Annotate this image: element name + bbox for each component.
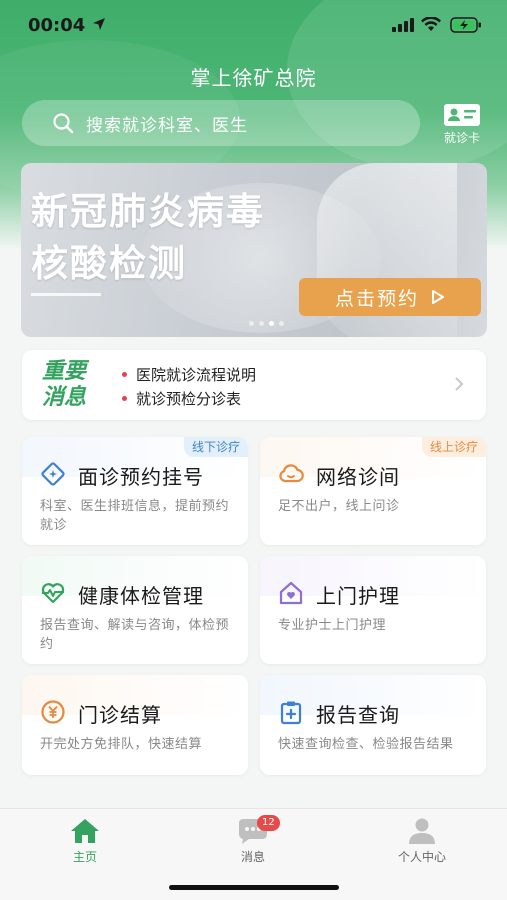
carousel-dot xyxy=(279,321,284,326)
notice-item-text: 医院就诊流程说明 xyxy=(136,366,257,384)
service-card-outpatient-payment[interactable]: 门诊结算 开完处方免排队，快速结算 xyxy=(22,675,248,775)
cloud-icon xyxy=(279,464,304,483)
clipboard-icon xyxy=(280,701,302,725)
service-description: 开完处方免排队，快速结算 xyxy=(40,737,203,752)
service-card-home-nursing[interactable]: 上门护理 专业护士上门护理 xyxy=(260,556,486,664)
app-title: 掌上徐矿总院 xyxy=(190,66,317,90)
wifi-icon xyxy=(421,17,441,31)
banner-headline-line2: 核酸检测 xyxy=(31,242,187,285)
search-bar[interactable]: 搜索就诊科室、医生 xyxy=(22,100,420,146)
id-card-icon xyxy=(444,104,480,126)
tab-messages[interactable]: 12 消息 xyxy=(203,815,303,865)
notice-item[interactable]: 医院就诊流程说明 xyxy=(122,364,256,385)
notice-item[interactable]: 就诊预检分诊表 xyxy=(122,388,241,409)
service-title: 网络诊间 xyxy=(316,465,400,489)
tab-label: 个人中心 xyxy=(397,850,446,864)
promo-banner[interactable]: 新冠肺炎病毒 核酸检测 点击预约 xyxy=(21,163,487,337)
location-arrow-icon xyxy=(93,18,105,30)
banner-divider xyxy=(31,293,101,296)
service-title: 报告查询 xyxy=(316,703,400,727)
service-card-appointment[interactable]: 线下诊疗 面诊预约挂号 科室、医生排班信息，提前预约就诊 xyxy=(22,437,248,545)
service-title: 面诊预约挂号 xyxy=(78,465,204,489)
status-time: 00:04 xyxy=(28,15,86,36)
tab-profile[interactable]: 个人中心 xyxy=(372,817,472,865)
online-tag: 线上诊疗 xyxy=(421,437,486,457)
bullet-dot xyxy=(122,396,127,401)
carousel-dot xyxy=(259,321,264,326)
carousel-dot-active xyxy=(269,321,274,326)
heart-pulse-icon xyxy=(41,583,65,604)
service-title: 健康体检管理 xyxy=(78,584,204,608)
home-heart-icon xyxy=(279,581,303,605)
notice-item-text: 就诊预检分诊表 xyxy=(136,390,242,408)
service-card-health-checkup[interactable]: 健康体检管理 报告查询、解读与咨询，体检预约 xyxy=(22,556,248,664)
service-description: 专业护士上门护理 xyxy=(278,618,387,633)
visit-card-label: 就诊卡 xyxy=(443,131,480,145)
service-description: 报告查询、解读与咨询，体检预约 xyxy=(40,618,230,652)
carousel-indicator xyxy=(249,321,284,326)
service-title: 门诊结算 xyxy=(78,703,162,727)
service-card-report-query[interactable]: 报告查询 快速查询检查、检验报告结果 xyxy=(260,675,486,775)
bullet-dot xyxy=(122,372,127,377)
unread-badge: 12 xyxy=(257,815,280,831)
tab-label: 主页 xyxy=(72,850,97,864)
home-indicator xyxy=(169,885,339,890)
important-notice-panel[interactable]: 重要 消息 医院就诊流程说明 就诊预检分诊表 xyxy=(22,350,486,420)
cellular-signal-icon xyxy=(392,18,414,32)
service-title: 上门护理 xyxy=(316,584,400,608)
offline-tag: 线下诊疗 xyxy=(183,437,248,457)
tab-label: 消息 xyxy=(240,850,265,864)
service-description: 快速查询检查、检验报告结果 xyxy=(278,737,454,752)
visit-card-button[interactable]: 就诊卡 xyxy=(434,104,490,146)
tab-home[interactable]: 主页 xyxy=(35,817,135,865)
banner-headline-line1: 新冠肺炎病毒 xyxy=(31,190,265,233)
search-placeholder: 搜索就诊科室、医生 xyxy=(86,115,248,136)
diamond-icon xyxy=(41,462,65,486)
book-now-button[interactable]: 点击预约 xyxy=(299,278,481,316)
play-arrow-icon xyxy=(432,290,444,304)
user-icon xyxy=(409,818,435,844)
chevron-right-icon xyxy=(455,377,464,391)
status-bar: 00:04 xyxy=(0,0,507,52)
service-description: 科室、医生排班信息，提前预约就诊 xyxy=(40,499,230,533)
book-now-label: 点击预约 xyxy=(334,287,419,310)
notice-tag-line2: 消息 xyxy=(42,385,87,410)
service-card-online-clinic[interactable]: 线上诊疗 网络诊间 足不出户，线上问诊 xyxy=(260,437,486,545)
carousel-dot xyxy=(249,321,254,326)
yuan-coin-icon xyxy=(41,700,65,724)
notice-tag: 重要 消息 xyxy=(42,359,114,411)
battery-charging-icon xyxy=(450,17,481,33)
service-description: 足不出户，线上问诊 xyxy=(278,499,400,514)
home-icon xyxy=(71,819,99,843)
notice-tag-line1: 重要 xyxy=(42,359,87,384)
search-icon xyxy=(53,113,74,134)
